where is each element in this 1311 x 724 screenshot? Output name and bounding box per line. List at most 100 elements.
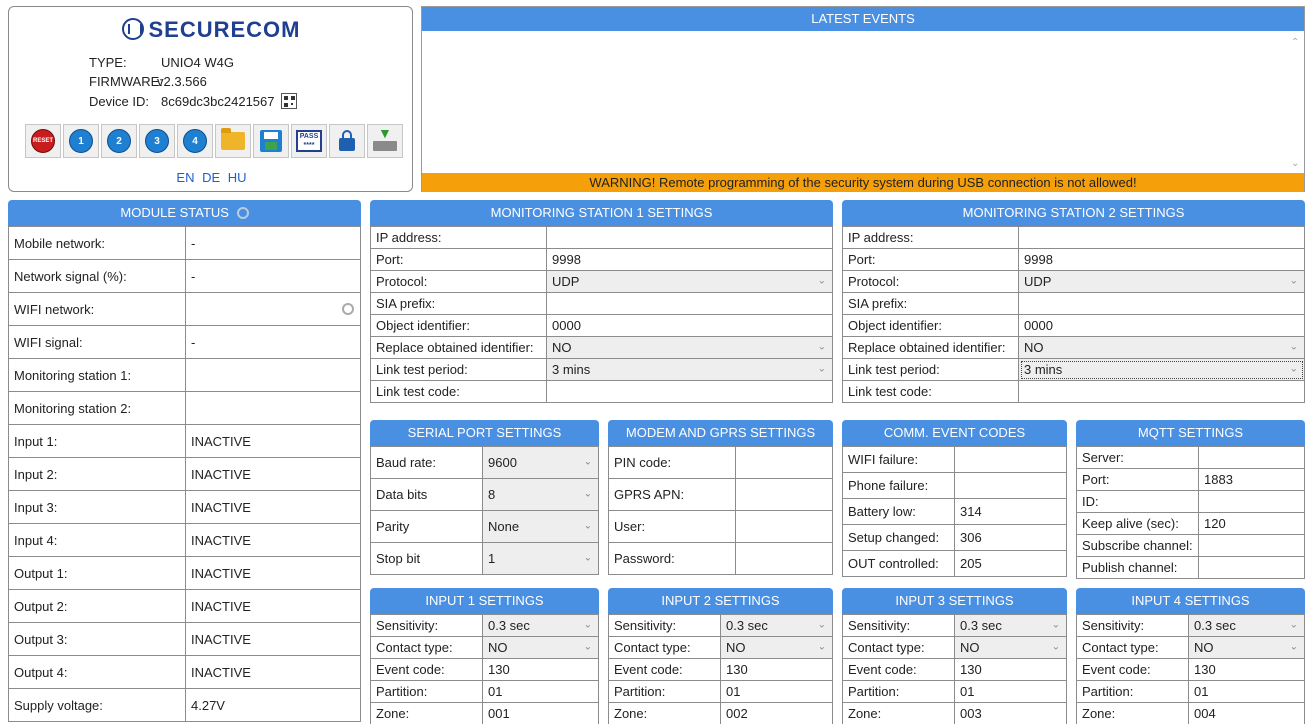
input-row: Sensitivity: 0.3 sec (842, 614, 1067, 637)
field-label: Contact type: (842, 636, 955, 659)
input-row: Zone: 003 (842, 702, 1067, 724)
events-scrollbar[interactable] (1288, 31, 1304, 173)
ms2-replace-select[interactable]: NO (1018, 336, 1305, 359)
password-input[interactable] (735, 542, 833, 575)
ms2-linkcode-input[interactable] (1018, 380, 1305, 403)
input-2-sensitivity-select[interactable]: 0.3 sec (720, 614, 833, 637)
ms1-protocol-select[interactable]: UDP (546, 270, 833, 293)
input-2-contact-select[interactable]: NO (720, 636, 833, 659)
ms1-object-input[interactable]: 0000 (546, 314, 833, 337)
events-log[interactable] (422, 31, 1304, 173)
data-bits-select[interactable]: 8 (482, 478, 599, 511)
input-3-contact-select[interactable]: NO (954, 636, 1067, 659)
output-2-button[interactable]: 2 (101, 124, 137, 158)
input-3-zone-input[interactable]: 003 (954, 702, 1067, 724)
out-controlled-input[interactable]: 205 (954, 550, 1067, 577)
ms2-row-sia: SIA prefix: (842, 292, 1305, 315)
field-label: SIA prefix: (842, 292, 1019, 315)
lang-hu-link[interactable]: HU (228, 170, 247, 185)
output-4-button[interactable]: 4 (177, 124, 213, 158)
input-1-event-code-input[interactable]: 130 (482, 658, 599, 681)
pin-code-input[interactable] (735, 446, 833, 479)
field-label: Baud rate: (370, 446, 483, 479)
field-label: Contact type: (608, 636, 721, 659)
field-label: Partition: (608, 680, 721, 703)
wifi-failure-input[interactable] (954, 446, 1067, 473)
type-label: TYPE: (89, 55, 127, 70)
ms1-linkcode-input[interactable] (546, 380, 833, 403)
mqtt-server-input[interactable] (1198, 446, 1305, 469)
gprs-apn-input[interactable] (735, 478, 833, 511)
input-row: Partition: 01 (1076, 680, 1305, 703)
modem-title: MODEM AND GPRS SETTINGS (608, 420, 833, 446)
lang-en-link[interactable]: EN (176, 170, 194, 185)
parity-select[interactable]: None (482, 510, 599, 543)
field-label: Link test code: (842, 380, 1019, 403)
mqtt-port-input[interactable]: 1883 (1198, 468, 1305, 491)
ms2-ip-input[interactable] (1018, 226, 1305, 249)
output-3-button[interactable]: 3 (139, 124, 175, 158)
mqtt-keepalive-input[interactable]: 120 (1198, 512, 1305, 535)
mqtt-id-input[interactable] (1198, 490, 1305, 513)
ms1-sia-input[interactable] (546, 292, 833, 315)
qr-code-icon[interactable] (280, 93, 297, 109)
input-1-sensitivity-select[interactable]: 0.3 sec (482, 614, 599, 637)
ms2-protocol-select[interactable]: UDP (1018, 270, 1305, 293)
ms1-replace-select[interactable]: NO (546, 336, 833, 359)
status-row: Output 1: INACTIVE (8, 556, 361, 590)
input-3-event-code-input[interactable]: 130 (954, 658, 1067, 681)
ms2-object-input[interactable]: 0000 (1018, 314, 1305, 337)
status-value: - (185, 325, 361, 359)
input-4-partition-input[interactable]: 01 (1188, 680, 1305, 703)
field-label: Partition: (842, 680, 955, 703)
ms1-port-input[interactable]: 9998 (546, 248, 833, 271)
battery-low-input[interactable]: 314 (954, 498, 1067, 525)
input-1-partition-input[interactable]: 01 (482, 680, 599, 703)
input-row: Sensitivity: 0.3 sec (370, 614, 599, 637)
mqtt-publish-input[interactable] (1198, 556, 1305, 579)
setup-changed-input[interactable]: 306 (954, 524, 1067, 551)
output-2-icon: 2 (107, 129, 131, 153)
field-label: Zone: (370, 702, 483, 724)
status-value: INACTIVE (185, 655, 361, 689)
input-2-event-code-input[interactable]: 130 (720, 658, 833, 681)
input-4-contact-select[interactable]: NO (1188, 636, 1305, 659)
status-row: WIFI signal: - (8, 325, 361, 359)
input-4-event-code-input[interactable]: 130 (1188, 658, 1305, 681)
password-icon: PASS **** (296, 130, 322, 152)
mqtt-subscribe-input[interactable] (1198, 534, 1305, 557)
field-label: Partition: (1076, 680, 1189, 703)
input-1-zone-input[interactable]: 001 (482, 702, 599, 724)
output-1-button[interactable]: 1 (63, 124, 99, 158)
phone-failure-input[interactable] (954, 472, 1067, 499)
input-2-partition-input[interactable]: 01 (720, 680, 833, 703)
ms1-ip-input[interactable] (546, 226, 833, 249)
stop-bit-select[interactable]: 1 (482, 542, 599, 575)
input-4-sensitivity-select[interactable]: 0.3 sec (1188, 614, 1305, 637)
password-button[interactable]: PASS **** (291, 124, 327, 158)
field-label: Protocol: (370, 270, 547, 293)
install-button[interactable] (367, 124, 403, 158)
ms2-linktest-select[interactable]: 3 mins (1018, 358, 1305, 381)
lang-de-link[interactable]: DE (202, 170, 220, 185)
ms2-sia-input[interactable] (1018, 292, 1305, 315)
input-3-sensitivity-select[interactable]: 0.3 sec (954, 614, 1067, 637)
toolbar: RESET 1 2 3 4 PASS **** (25, 124, 403, 158)
field-label: GPRS APN: (608, 478, 736, 511)
lock-button[interactable] (329, 124, 365, 158)
input-3-partition-input[interactable]: 01 (954, 680, 1067, 703)
input-1-contact-select[interactable]: NO (482, 636, 599, 659)
input-4-zone-input[interactable]: 004 (1188, 702, 1305, 724)
ms2-row-protocol: Protocol: UDP (842, 270, 1305, 293)
wifi-settings-gear-icon[interactable] (342, 303, 354, 315)
user-input[interactable] (735, 510, 833, 543)
baud-rate-select[interactable]: 9600 (482, 446, 599, 479)
open-folder-button[interactable] (215, 124, 251, 158)
ms1-linktest-select[interactable]: 3 mins (546, 358, 833, 381)
input-2-zone-input[interactable]: 002 (720, 702, 833, 724)
ms2-port-input[interactable]: 9998 (1018, 248, 1305, 271)
save-button[interactable] (253, 124, 289, 158)
ms1-row-replace: Replace obtained identifier: NO (370, 336, 833, 359)
field-label: Port: (370, 248, 547, 271)
reset-button[interactable]: RESET (25, 124, 61, 158)
